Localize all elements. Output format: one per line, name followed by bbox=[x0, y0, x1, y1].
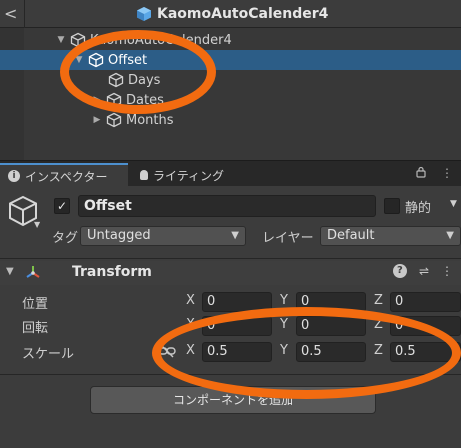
axis-z-label[interactable]: Z bbox=[374, 293, 383, 308]
gameobject-cube-icon bbox=[106, 112, 122, 128]
info-icon: i bbox=[8, 170, 20, 182]
inspector-divider bbox=[0, 258, 461, 259]
annotation-ellipse-hierarchy bbox=[60, 30, 216, 114]
object-name-field[interactable]: Offset bbox=[78, 195, 376, 217]
window-title: KaomoAutoCalender4 bbox=[136, 4, 328, 24]
hierarchy-item-label: Months bbox=[126, 112, 174, 128]
layer-dropdown-value: Default bbox=[327, 228, 375, 243]
transform-header[interactable]: ▼ Transform ? ⇌ ⋮ bbox=[0, 261, 461, 285]
axis-y-label[interactable]: Y bbox=[280, 293, 288, 308]
help-icon[interactable]: ? bbox=[392, 264, 407, 278]
component-menu-icon[interactable]: ⋮ bbox=[441, 264, 453, 278]
scale-label: スケール bbox=[22, 347, 75, 362]
static-dropdown-arrow-icon[interactable]: ▼ bbox=[450, 199, 457, 209]
fold-arrow-icon[interactable]: ▼ bbox=[6, 266, 14, 277]
lock-icon-shape bbox=[416, 166, 426, 178]
tab-inspector[interactable]: i インスペクター bbox=[0, 163, 128, 187]
chevron-down-icon: ▼ bbox=[231, 230, 239, 241]
fold-arrow-icon[interactable]: ▼ bbox=[56, 35, 66, 45]
icon-dropdown-caret-icon[interactable]: ▼ bbox=[34, 220, 40, 229]
chevron-down-icon: ▼ bbox=[446, 230, 454, 241]
tab-lighting-label: ライティング bbox=[153, 168, 225, 183]
transform-header-actions: ? ⇌ ⋮ bbox=[392, 264, 453, 278]
lightbulb-icon bbox=[140, 170, 148, 180]
annotation-ellipse-scale bbox=[152, 307, 461, 399]
tab-lighting[interactable]: ライティング bbox=[132, 163, 232, 187]
back-icon[interactable]: < bbox=[4, 4, 22, 24]
tab-menu-icon[interactable]: ⋮ bbox=[441, 166, 453, 181]
active-checkbox[interactable]: ✓ bbox=[54, 198, 70, 214]
axis-x-label[interactable]: X bbox=[186, 293, 195, 308]
gameobject-cube-icon bbox=[137, 7, 151, 21]
static-label: 静的 bbox=[405, 201, 432, 216]
hierarchy-gutter bbox=[0, 28, 24, 160]
hierarchy-panel: ▼ KaomoAutoCalender4 ▼ Offset Days ▶ Dat… bbox=[0, 28, 461, 160]
transform-icon bbox=[26, 266, 40, 278]
titlebar-divider bbox=[24, 0, 25, 28]
position-label: 位置 bbox=[22, 297, 49, 312]
tab-inspector-label: インスペクター bbox=[25, 169, 108, 184]
transform-title: Transform bbox=[72, 264, 152, 280]
tag-label: タグ bbox=[52, 231, 79, 246]
settings-icon[interactable]: ⇌ bbox=[419, 264, 429, 278]
fold-arrow-icon[interactable]: ▶ bbox=[92, 115, 102, 125]
tab-bar-actions: ⋮ bbox=[415, 166, 453, 181]
static-checkbox[interactable] bbox=[384, 198, 400, 214]
window-titlebar: < KaomoAutoCalender4 bbox=[0, 0, 461, 28]
position-z-field[interactable]: 0 bbox=[390, 292, 461, 312]
rotation-label: 回転 bbox=[22, 321, 49, 336]
tag-dropdown-value: Untagged bbox=[87, 228, 151, 243]
layer-dropdown[interactable]: Default ▼ bbox=[320, 226, 461, 246]
layer-label: レイヤー bbox=[262, 231, 314, 246]
lock-icon[interactable] bbox=[415, 166, 427, 181]
window-title-text: KaomoAutoCalender4 bbox=[157, 6, 329, 22]
inspector-tab-bar: i インスペクター ライティング ⋮ bbox=[0, 160, 461, 187]
tag-dropdown[interactable]: Untagged ▼ bbox=[80, 226, 246, 246]
